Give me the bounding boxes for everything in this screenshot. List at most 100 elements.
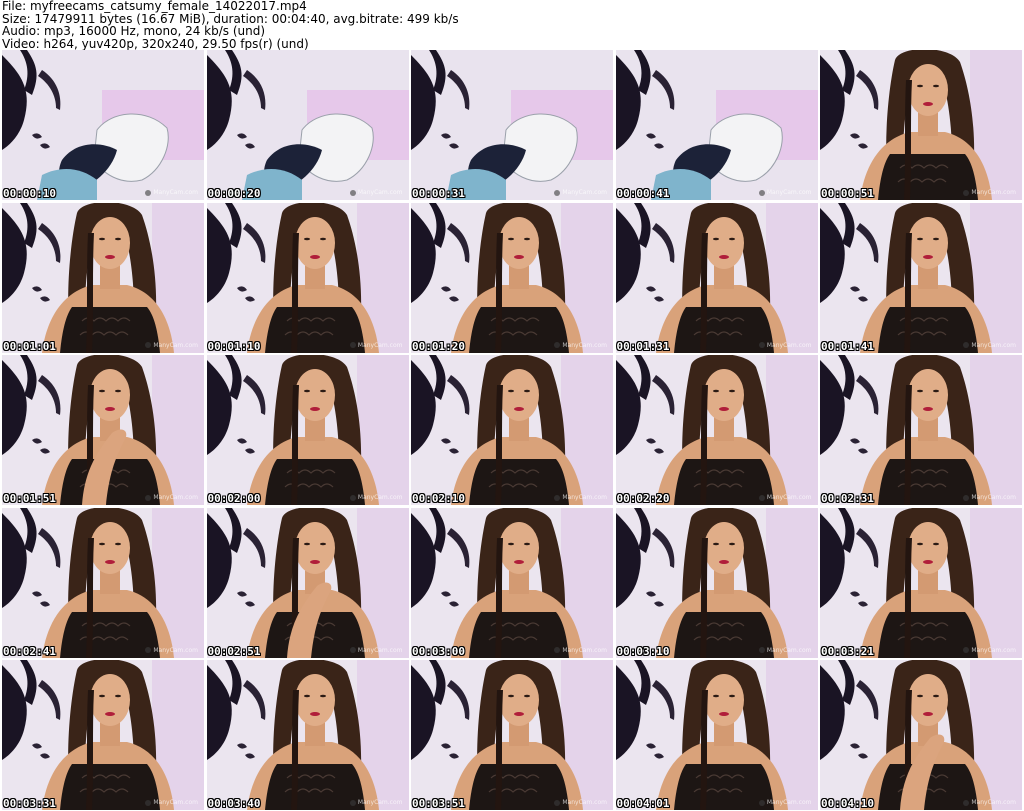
thumbnail-frame: ManyCam.com 00:01:01 bbox=[2, 202, 204, 353]
watermark-text: ManyCam.com bbox=[971, 646, 1016, 654]
thumbnail-frame: ManyCam.com 00:02:51 bbox=[206, 507, 409, 658]
thumbnail-frame: ManyCam.com 00:04:10 bbox=[820, 660, 1022, 810]
thumbnail-timestamp: 00:03:40 bbox=[207, 797, 261, 810]
thumbnail-image bbox=[2, 507, 204, 658]
watermark-text: ManyCam.com bbox=[153, 494, 198, 501]
thumbnail-frame: ManyCam.com 00:03:21 bbox=[820, 507, 1022, 658]
watermark-logo-icon bbox=[554, 647, 561, 653]
thumbnail-timestamp: 00:01:20 bbox=[412, 339, 465, 353]
thumbnail-image bbox=[615, 355, 818, 505]
watermark-text: ManyCam.com bbox=[357, 341, 403, 349]
thumbnail-frame: ManyCam.com 00:02:41 bbox=[2, 507, 204, 658]
watermark: ManyCam.com bbox=[758, 799, 812, 806]
watermark-text: ManyCam.com bbox=[562, 494, 607, 501]
thumbnail-timestamp: 00:01:51 bbox=[3, 492, 56, 505]
thumbnail-grid: ManyCam.com 00:00:10 ManyCam.com 00:00:20 Ma… bbox=[2, 50, 1022, 811]
thumbnail-timestamp: 00:02:51 bbox=[207, 644, 261, 658]
thumbnail-image bbox=[820, 660, 1022, 810]
watermark: ManyCam.com bbox=[349, 494, 403, 501]
watermark: ManyCam.com bbox=[554, 647, 607, 654]
thumbnail-frame: ManyCam.com 00:01:31 bbox=[615, 202, 818, 353]
thumbnail-frame: ManyCam.com 00:00:31 bbox=[411, 50, 613, 200]
thumbnail-frame: ManyCam.com 00:00:51 bbox=[820, 50, 1022, 200]
thumbnail-frame: ManyCam.com 00:00:20 bbox=[206, 50, 409, 200]
thumbnail-timestamp: 00:00:41 bbox=[616, 187, 670, 200]
watermark-logo-icon bbox=[963, 342, 970, 348]
thumbnail-image bbox=[820, 507, 1022, 658]
thumbnail-image bbox=[2, 202, 204, 353]
watermark: ManyCam.com bbox=[758, 189, 812, 196]
thumbnail-frame: ManyCam.com 00:03:51 bbox=[411, 660, 613, 810]
watermark-text: ManyCam.com bbox=[153, 189, 198, 196]
watermark-text: ManyCam.com bbox=[971, 189, 1016, 196]
thumbnail-timestamp: 00:01:41 bbox=[821, 339, 874, 353]
watermark-logo-icon bbox=[554, 342, 561, 348]
watermark: ManyCam.com bbox=[349, 189, 403, 196]
thumbnail-timestamp: 00:00:10 bbox=[3, 187, 56, 200]
watermark: ManyCam.com bbox=[758, 646, 812, 654]
watermark: ManyCam.com bbox=[145, 647, 198, 654]
watermark-logo-icon bbox=[145, 494, 152, 501]
thumbnail-image bbox=[615, 50, 818, 200]
thumbnail-image bbox=[820, 50, 1022, 200]
watermark-logo-icon bbox=[145, 189, 152, 196]
thumbnail-image bbox=[206, 660, 409, 810]
watermark-logo-icon bbox=[349, 799, 356, 806]
thumbnail-frame: ManyCam.com 00:00:10 bbox=[2, 50, 204, 200]
thumbnail-timestamp: 00:03:00 bbox=[412, 644, 465, 658]
thumbnail-image bbox=[2, 660, 204, 810]
watermark: ManyCam.com bbox=[145, 494, 198, 501]
watermark-logo-icon bbox=[758, 189, 765, 196]
thumbnail-timestamp: 00:00:20 bbox=[207, 187, 261, 200]
thumbnail-timestamp: 00:00:31 bbox=[412, 187, 465, 200]
thumbnail-frame: ManyCam.com 00:02:31 bbox=[820, 355, 1022, 505]
watermark: ManyCam.com bbox=[758, 341, 812, 349]
watermark-text: ManyCam.com bbox=[971, 494, 1016, 501]
watermark-logo-icon bbox=[758, 494, 765, 501]
video-info-line: Video: h264, yuv420p, 320x240, 29.50 fps… bbox=[2, 36, 309, 51]
thumbnail-timestamp: 00:03:10 bbox=[616, 644, 670, 658]
watermark-logo-icon bbox=[554, 494, 561, 501]
thumbnail-timestamp: 00:02:41 bbox=[3, 644, 56, 658]
thumbnail-image bbox=[615, 507, 818, 658]
watermark-text: ManyCam.com bbox=[766, 341, 812, 349]
watermark-logo-icon bbox=[758, 342, 765, 348]
watermark-text: ManyCam.com bbox=[562, 646, 607, 654]
watermark-text: ManyCam.com bbox=[153, 799, 198, 806]
watermark-text: ManyCam.com bbox=[971, 341, 1016, 349]
thumbnail-timestamp: 00:02:20 bbox=[616, 492, 670, 505]
thumbnail-frame: ManyCam.com 00:01:51 bbox=[2, 355, 204, 505]
watermark: ManyCam.com bbox=[554, 494, 607, 501]
watermark-text: ManyCam.com bbox=[766, 494, 812, 501]
thumbnail-frame: ManyCam.com 00:01:10 bbox=[206, 202, 409, 353]
thumbnail-image bbox=[411, 507, 613, 658]
watermark: ManyCam.com bbox=[963, 494, 1016, 501]
watermark-text: ManyCam.com bbox=[766, 646, 812, 654]
thumbnail-image bbox=[411, 50, 613, 200]
watermark-logo-icon bbox=[145, 342, 152, 348]
thumbnail-timestamp: 00:03:51 bbox=[412, 797, 465, 810]
watermark: ManyCam.com bbox=[554, 189, 607, 196]
watermark: ManyCam.com bbox=[963, 189, 1016, 196]
file-info-header: File: myfreecams_catsumy_female_14022017… bbox=[2, 0, 1022, 50]
thumbnail-timestamp: 00:02:10 bbox=[412, 492, 465, 505]
watermark-text: ManyCam.com bbox=[766, 189, 812, 196]
thumbnail-image bbox=[206, 50, 409, 200]
thumbnail-image bbox=[206, 202, 409, 353]
watermark: ManyCam.com bbox=[963, 799, 1016, 806]
watermark-text: ManyCam.com bbox=[562, 189, 607, 196]
thumbnail-timestamp: 00:01:01 bbox=[3, 339, 56, 353]
watermark-logo-icon bbox=[963, 189, 970, 196]
thumbnail-frame: ManyCam.com 00:01:41 bbox=[820, 202, 1022, 353]
watermark: ManyCam.com bbox=[963, 647, 1016, 654]
watermark: ManyCam.com bbox=[145, 342, 198, 349]
watermark-text: ManyCam.com bbox=[357, 189, 403, 196]
thumbnail-image bbox=[411, 660, 613, 810]
watermark-logo-icon bbox=[145, 647, 152, 653]
watermark-logo-icon bbox=[349, 342, 356, 348]
watermark-logo-icon bbox=[963, 647, 970, 653]
watermark: ManyCam.com bbox=[758, 494, 812, 501]
thumbnail-image bbox=[615, 202, 818, 353]
watermark-text: ManyCam.com bbox=[357, 494, 403, 501]
thumbnail-image bbox=[615, 660, 818, 810]
